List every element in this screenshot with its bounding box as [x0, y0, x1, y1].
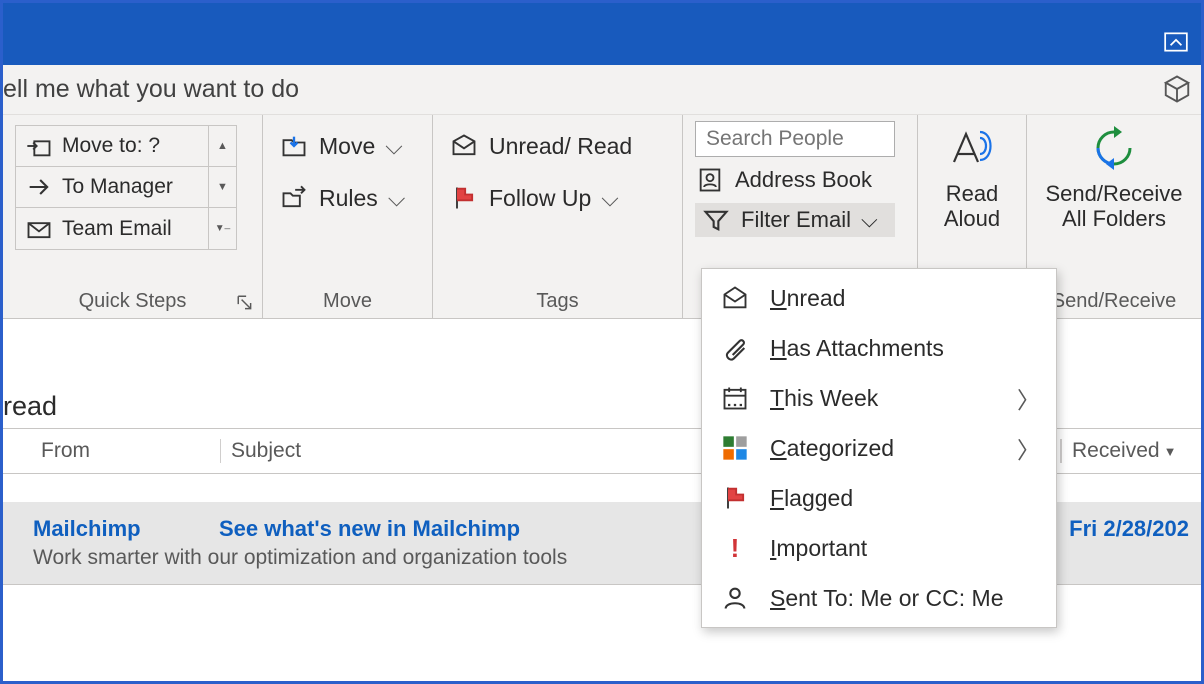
- header-from[interactable]: From: [31, 439, 221, 463]
- chevron-down-icon: ⌵: [601, 185, 618, 212]
- filter-categorized[interactable]: Categorized 〉: [702, 423, 1056, 473]
- quick-step-move-to[interactable]: Move to: ?: [16, 131, 208, 161]
- filter-email-menu: Unread Has Attachments This Week 〉 Categ…: [701, 268, 1057, 628]
- sort-desc-icon: ▼: [1164, 444, 1177, 459]
- submenu-chevron-icon: 〉: [1017, 381, 1040, 415]
- quick-step-team-email[interactable]: Team Email: [16, 214, 208, 244]
- quick-steps-list: Move to: ? ▲ To Manager ▼: [15, 125, 237, 250]
- follow-up-button[interactable]: Follow Up ⌵: [445, 181, 636, 215]
- filter-flagged[interactable]: Flagged: [702, 473, 1056, 523]
- menu-label: Flagged: [770, 485, 853, 512]
- group-tags: Unread/ Read Follow Up ⌵ Tags: [433, 115, 683, 318]
- quick-steps-dialog-launcher-icon[interactable]: [236, 294, 254, 312]
- group-caption-sendreceive: Send/Receive: [1052, 290, 1177, 313]
- quick-steps-scroll-up[interactable]: ▲: [209, 126, 236, 166]
- filter-unread[interactable]: Unread: [702, 273, 1056, 323]
- flag-icon: [449, 183, 479, 213]
- header-received[interactable]: Received ▼: [1061, 439, 1201, 463]
- menu-label: Has Attachments: [770, 335, 944, 362]
- person-icon: [720, 583, 750, 613]
- chevron-down-icon: ⌵: [388, 185, 405, 212]
- quick-steps-more[interactable]: ▼_: [209, 208, 236, 249]
- address-book-icon: [695, 165, 725, 195]
- unread-read-button[interactable]: Unread/ Read: [445, 129, 636, 163]
- message-from: Mailchimp: [33, 516, 219, 542]
- group-caption-move: Move: [323, 290, 372, 313]
- sync-icon: [1090, 121, 1138, 175]
- envelope-icon: [449, 131, 479, 161]
- search-people-input[interactable]: [695, 121, 895, 157]
- filter-important[interactable]: ! Important: [702, 523, 1056, 573]
- filter-sent-to-me[interactable]: Sent To: Me or CC: Me: [702, 573, 1056, 623]
- menu-label: This Week: [770, 385, 878, 412]
- filter-this-week[interactable]: This Week 〉: [702, 373, 1056, 423]
- read-aloud-icon: [948, 121, 996, 175]
- group-move: Move ⌵ Rules ⌵ Move: [263, 115, 433, 318]
- message-date: Fri 2/28/202: [1069, 516, 1189, 542]
- address-book-button[interactable]: Address Book: [695, 165, 895, 195]
- chevron-down-icon: ⌵: [385, 133, 402, 160]
- flag-icon: [720, 483, 750, 513]
- arrow-into-folder-icon: [24, 131, 54, 161]
- read-aloud-button[interactable]: ReadAloud: [918, 115, 1026, 232]
- tell-me-text: ell me what you want to do: [3, 75, 299, 104]
- funnel-icon: [701, 205, 731, 235]
- message-subject: See what's new in Mailchimp: [219, 516, 520, 542]
- move-to-folder-icon: [279, 131, 309, 161]
- group-quick-steps: Move to: ? ▲ To Manager ▼: [3, 115, 263, 318]
- group-caption-tags: Tags: [536, 290, 578, 313]
- envelope-open-icon: [720, 283, 750, 313]
- menu-label: Important: [770, 535, 867, 562]
- rules-icon: [279, 183, 309, 213]
- menu-label: Categorized: [770, 435, 894, 462]
- important-icon: !: [720, 533, 750, 563]
- filter-has-attachments[interactable]: Has Attachments: [702, 323, 1056, 373]
- paperclip-icon: [720, 333, 750, 363]
- team-email-icon: [24, 214, 54, 244]
- ribbon-collapse-icon[interactable]: [1163, 29, 1189, 55]
- categories-icon: [720, 433, 750, 463]
- move-button[interactable]: Move ⌵: [275, 129, 409, 163]
- addins-cube-icon[interactable]: [1159, 71, 1195, 107]
- submenu-chevron-icon: 〉: [1017, 431, 1040, 465]
- chevron-down-icon: ⌵: [861, 207, 878, 233]
- group-caption-quicksteps: Quick Steps: [3, 284, 262, 318]
- menu-label: Sent To: Me or CC: Me: [770, 585, 1004, 612]
- quick-step-to-manager[interactable]: To Manager: [16, 172, 208, 202]
- title-bar: [3, 3, 1201, 65]
- menu-label: Unread: [770, 285, 845, 312]
- rules-button[interactable]: Rules ⌵: [275, 181, 409, 215]
- tell-me-box[interactable]: ell me what you want to do: [3, 65, 1201, 115]
- send-receive-all-button[interactable]: Send/ReceiveAll Folders: [1027, 115, 1201, 232]
- quick-steps-scroll-down[interactable]: ▼: [209, 167, 236, 207]
- filter-email-button[interactable]: Filter Email ⌵: [695, 203, 895, 237]
- forward-icon: [24, 172, 54, 202]
- calendar-icon: [720, 383, 750, 413]
